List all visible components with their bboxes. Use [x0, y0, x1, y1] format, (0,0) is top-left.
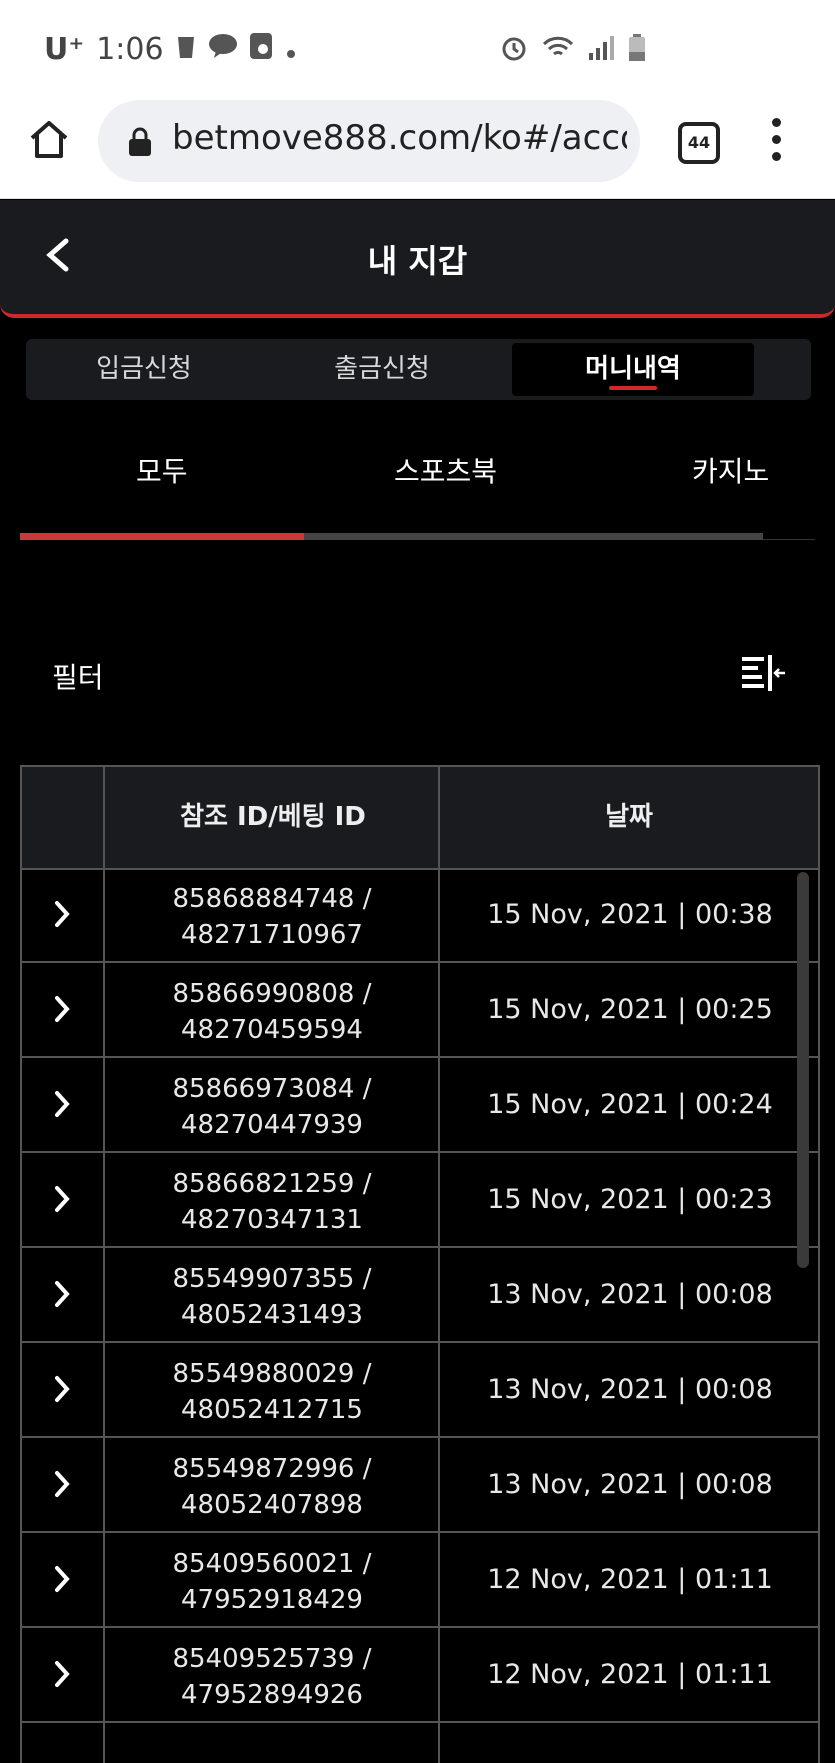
- category-sportsbook[interactable]: 스포츠북: [394, 450, 497, 490]
- reference-id: 85409560021 /: [172, 1549, 372, 1579]
- table-row[interactable]: 85549880029 / 48052412715 13 Nov, 2021 | 0…: [22, 1343, 818, 1438]
- column-divider: [438, 765, 440, 1763]
- column-header-ref-id: 참조 ID/베팅 ID: [180, 802, 366, 832]
- carrier-label: U⁺: [44, 32, 85, 67]
- category-all[interactable]: 모두: [136, 450, 188, 490]
- expand-chevron-icon[interactable]: [54, 1185, 70, 1213]
- bet-id: 48270347131: [181, 1205, 363, 1235]
- expand-chevron-icon[interactable]: [54, 1375, 70, 1403]
- ref-bet-id-cell: 85409525739 / 47952894926: [106, 1641, 438, 1713]
- status-bar: U⁺ 1:06: [0, 0, 835, 92]
- tab-money-history[interactable]: 머니내역: [512, 343, 754, 396]
- date-cell: 15 Nov, 2021 | 00:23: [487, 1184, 773, 1215]
- ref-bet-id-cell: 85866990808 / 48270459594: [106, 976, 438, 1048]
- category-active-indicator: [20, 533, 304, 540]
- expand-chevron-icon[interactable]: [54, 1660, 70, 1688]
- reference-id: 85866821259 /: [172, 1169, 372, 1199]
- signal-icon: [588, 35, 614, 65]
- bet-id: 48270459594: [181, 1015, 363, 1045]
- expand-chevron-icon[interactable]: [54, 995, 70, 1023]
- ref-bet-id-cell: 85549880029 / 48052412715: [106, 1356, 438, 1428]
- bet-id: 48270447939: [181, 1110, 363, 1140]
- column-header-date: 날짜: [605, 802, 653, 832]
- reference-id: 85866973084 /: [172, 1074, 372, 1104]
- table-row[interactable]: 85868884748 / 48271710967 15 Nov, 2021 | 0…: [22, 868, 818, 963]
- category-divider: [763, 539, 815, 540]
- table-scrollbar[interactable]: [797, 872, 809, 1268]
- date-cell: 13 Nov, 2021 | 00:08: [487, 1469, 773, 1500]
- home-icon[interactable]: [28, 118, 70, 160]
- tab-money-history-label: 머니내역: [585, 354, 681, 384]
- talk-notification-icon: [208, 32, 238, 67]
- browser-menu-icon[interactable]: [772, 118, 782, 169]
- reference-id: 85866990808 /: [172, 979, 372, 1009]
- ref-bet-id-cell: 85866821259 / 48270347131: [106, 1166, 438, 1238]
- column-divider: [103, 765, 105, 1763]
- battery-icon: [628, 34, 646, 66]
- page-title: 내 지갑: [367, 242, 468, 280]
- lock-icon: [128, 127, 152, 161]
- ref-bet-id-cell: 85866973084 / 48270447939: [106, 1071, 438, 1143]
- ref-bet-id-cell: 85549907355 / 48052431493: [106, 1261, 438, 1333]
- table-header: 참조 ID/베팅 ID 날짜: [22, 765, 818, 870]
- expand-chevron-icon[interactable]: [54, 1280, 70, 1308]
- wifi-icon: [542, 35, 574, 65]
- tab-withdraw-request[interactable]: 출금신청: [262, 339, 502, 400]
- b-app-notification-icon: [249, 32, 274, 67]
- table-row[interactable]: 85409525739 / 47952894926 12 Nov, 2021 | 0…: [22, 1628, 818, 1723]
- table-row[interactable]: 85866990808 / 48270459594 15 Nov, 2021 | 0…: [22, 963, 818, 1058]
- date-cell: 15 Nov, 2021 | 00:25: [487, 994, 773, 1025]
- filter-toggle-icon[interactable]: [742, 655, 786, 695]
- date-cell: 15 Nov, 2021 | 00:24: [487, 1089, 773, 1120]
- expand-chevron-icon[interactable]: [54, 900, 70, 928]
- category-casino[interactable]: 카지노: [692, 450, 769, 490]
- wallet-tabs: 입금신청 출금신청 머니내역: [26, 339, 811, 400]
- category-tabs: 모두 스포츠북 카지노: [20, 450, 820, 540]
- table-row[interactable]: 85549907355 / 48052431493 13 Nov, 2021 | 0…: [22, 1248, 818, 1343]
- reference-id: 85549880029 /: [172, 1359, 372, 1389]
- trash-notification-icon: [176, 32, 196, 67]
- bet-id: 48052431493: [181, 1300, 363, 1330]
- bet-id: 48052412715: [181, 1395, 363, 1425]
- url-text[interactable]: betmove888.com/ko#/accour: [172, 118, 627, 158]
- browser-toolbar: betmove888.com/ko#/accour 44: [0, 92, 835, 199]
- address-bar[interactable]: betmove888.com/ko#/accour: [98, 100, 640, 182]
- reference-id: 85549907355 /: [172, 1264, 372, 1294]
- date-cell: 15 Nov, 2021 | 00:38: [487, 899, 773, 930]
- status-time: 1:06: [96, 32, 164, 67]
- ref-bet-id-cell: 85409560021 / 47952918429: [106, 1546, 438, 1618]
- date-cell: 12 Nov, 2021 | 01:11: [487, 1659, 773, 1690]
- reference-id: 85409525739 /: [172, 1644, 372, 1674]
- date-cell: 12 Nov, 2021 | 01:11: [487, 1564, 773, 1595]
- tab-switcher-button[interactable]: 44: [678, 122, 720, 164]
- bet-id: 47952918429: [181, 1585, 363, 1615]
- reference-id: 85868884748 /: [172, 884, 372, 914]
- expand-chevron-icon[interactable]: [54, 1090, 70, 1118]
- date-cell: 13 Nov, 2021 | 00:08: [487, 1374, 773, 1405]
- expand-chevron-icon[interactable]: [54, 1565, 70, 1593]
- bet-id: 48271710967: [181, 920, 363, 950]
- table-row[interactable]: 85866973084 / 48270447939 15 Nov, 2021 | 0…: [22, 1058, 818, 1153]
- tab-deposit-request[interactable]: 입금신청: [26, 339, 262, 400]
- reference-id: 85549872996 /: [172, 1454, 372, 1484]
- bet-id: 48052407898: [181, 1490, 363, 1520]
- ref-bet-id-cell: 85868884748 / 48271710967: [106, 881, 438, 953]
- table-row[interactable]: 85409560021 / 47952918429 12 Nov, 2021 | 0…: [22, 1533, 818, 1628]
- app-header: 내 지갑: [0, 200, 835, 318]
- table-row[interactable]: 85549872996 / 48052407898 13 Nov, 2021 | 0…: [22, 1438, 818, 1533]
- active-tab-indicator: [609, 386, 657, 390]
- more-notifications-dot-icon: [286, 32, 296, 67]
- date-cell: 13 Nov, 2021 | 00:08: [487, 1279, 773, 1310]
- ref-bet-id-cell: 85549872996 / 48052407898: [106, 1451, 438, 1523]
- table-row[interactable]: 85866821259 / 48270347131 15 Nov, 2021 | 0…: [22, 1153, 818, 1248]
- expand-chevron-icon[interactable]: [54, 1470, 70, 1498]
- alarm-icon: [500, 34, 528, 66]
- money-history-table: 참조 ID/베팅 ID 날짜 85868884748 / 48271710967 1…: [20, 765, 820, 1763]
- bet-id: 47952894926: [181, 1680, 363, 1710]
- filter-label: 필터: [52, 661, 104, 694]
